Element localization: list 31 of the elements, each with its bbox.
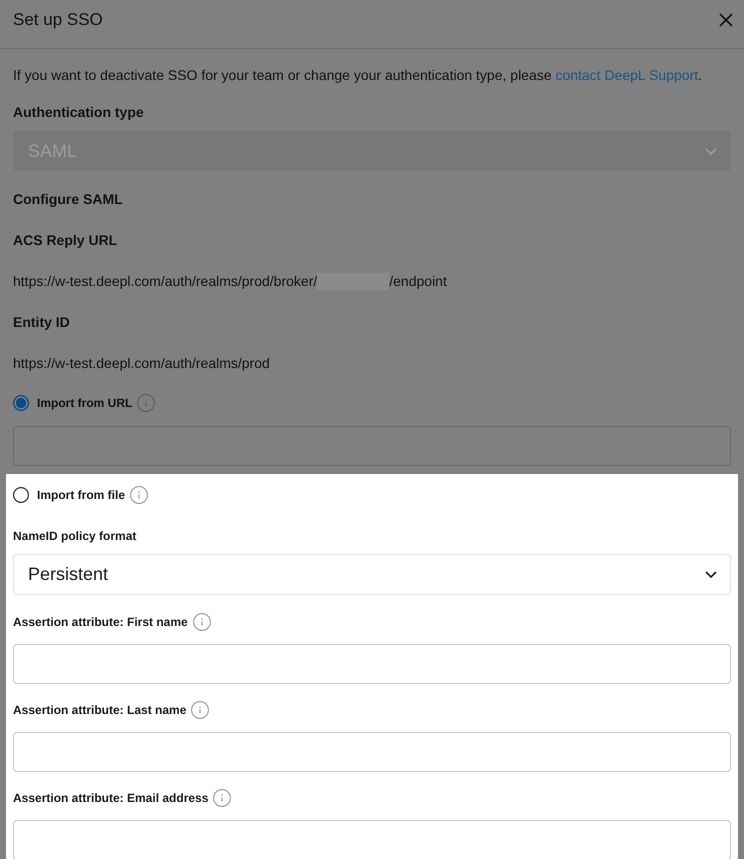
url-text: https://w-test.deepl.com/auth/realms/prod/broker/ xyxy=(13,272,318,291)
close-button[interactable] xyxy=(719,13,733,27)
info-icon[interactable] xyxy=(191,701,210,719)
field-label: Assertion attribute: First name xyxy=(13,614,188,631)
chevron-down-icon xyxy=(705,148,717,154)
section-heading: Configure SAML xyxy=(13,190,124,209)
info-icon[interactable] xyxy=(137,394,156,412)
text-input-field[interactable] xyxy=(13,644,731,684)
text-input-field[interactable] xyxy=(13,820,731,859)
info-text: If you want to deactivate SSO for your team or change your authentication type, please contact DeepL Support. xyxy=(13,66,704,85)
section-heading: ACS Reply URL xyxy=(13,231,118,250)
radio-label: Import from file xyxy=(37,487,126,504)
section-heading: Authentication type xyxy=(13,103,145,122)
radio-button[interactable] xyxy=(13,487,29,503)
chevron-down-icon xyxy=(705,571,717,578)
info-icon[interactable] xyxy=(213,789,232,807)
support-link[interactable]: contact DeepL Support xyxy=(555,67,698,83)
url-text: https://w-test.deepl.com/auth/realms/prod xyxy=(13,354,270,373)
info-icon[interactable] xyxy=(130,486,148,504)
text-input-field[interactable] xyxy=(13,732,731,772)
radio-label: Import from URL xyxy=(37,395,132,412)
info-icon[interactable] xyxy=(192,613,211,631)
field-label: Assertion attribute: Email address xyxy=(13,790,208,807)
dialog-title: Set up SSO xyxy=(13,10,103,30)
field-label: Assertion attribute: Last name xyxy=(13,702,186,719)
field-label: NameID policy format xyxy=(13,528,136,545)
dropdown-field[interactable]: Persistent xyxy=(13,554,731,595)
close-icon xyxy=(719,13,733,27)
radio-button[interactable] xyxy=(13,395,29,411)
section-heading: Entity ID xyxy=(13,313,71,332)
url-text: /endpoint xyxy=(389,272,447,291)
